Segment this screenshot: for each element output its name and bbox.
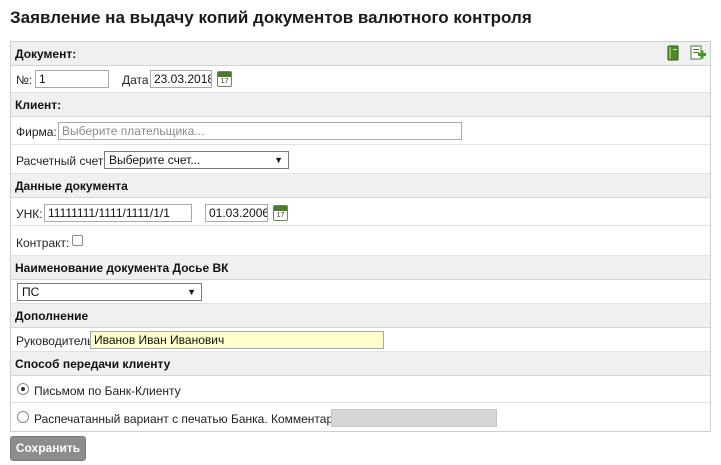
add-document-icon[interactable] — [690, 45, 706, 61]
delivery-option1-label[interactable]: Письмом по Банк-Клиенту — [34, 384, 181, 398]
firm-label: Фирма: — [16, 125, 57, 139]
section-addition-label: Дополнение — [15, 309, 89, 323]
section-delivery-label: Способ передачи клиенту — [15, 357, 171, 371]
chevron-down-icon: ▼ — [274, 155, 283, 165]
contract-label: Контракт: — [16, 236, 70, 250]
number-label: №: — [16, 73, 33, 87]
firm-input[interactable]: Выберите плательщика... — [58, 122, 462, 140]
date-input[interactable]: 23.03.2018 — [150, 70, 212, 88]
unk-input[interactable]: 11111111/1111/1111/1/1 — [44, 204, 192, 222]
contract-row: Контракт: — [11, 226, 710, 256]
date-label: Дата — [122, 73, 149, 87]
section-doc-data: Данные документа — [11, 174, 710, 198]
document-number-row: №: 1 Дата 23.03.2018 17 — [11, 66, 710, 93]
page-title: Заявление на выдачу копий документов вал… — [10, 8, 532, 27]
dossier-row: ПС ▼ — [11, 280, 710, 304]
chevron-down-icon: ▼ — [187, 287, 196, 297]
account-row: Расчетный счет: Выберите счет... ▼ — [11, 145, 710, 174]
section-document-label: Документ: — [15, 47, 77, 61]
dossier-select-value: ПС — [22, 285, 40, 299]
section-doc-data-label: Данные документа — [15, 179, 128, 193]
comment-input[interactable] — [331, 409, 497, 427]
section-addition: Дополнение — [11, 304, 710, 328]
head-label: Руководитель — [16, 334, 94, 348]
account-select[interactable]: Выберите счет... ▼ — [104, 151, 289, 169]
account-label: Расчетный счет: — [16, 154, 107, 168]
save-button[interactable]: Сохранить — [10, 436, 86, 461]
dossier-select[interactable]: ПС ▼ — [17, 283, 202, 301]
head-row: Руководитель Иванов Иван Иванович — [11, 328, 710, 352]
calendar-icon[interactable]: 17 — [273, 205, 288, 221]
firm-row: Фирма: Выберите плательщика... — [11, 117, 710, 145]
section-document: Документ: — [11, 42, 710, 66]
delivery-option2-row: Распечатанный вариант с печатью Банка. К… — [11, 403, 710, 431]
section-dossier: Наименование документа Досье ВК — [11, 256, 710, 280]
unk-date-input[interactable]: 01.03.2006 — [205, 204, 268, 222]
number-input[interactable]: 1 — [35, 70, 109, 88]
section-client: Клиент: — [11, 93, 710, 117]
delivery-option2-radio[interactable] — [17, 411, 29, 423]
book-icon[interactable] — [665, 45, 681, 61]
account-select-value: Выберите счет... — [109, 153, 201, 167]
unk-row: УНК: 11111111/1111/1111/1/1 01.03.2006 1… — [11, 198, 710, 226]
head-input[interactable]: Иванов Иван Иванович — [90, 331, 384, 349]
application-form: Документ: №: 1 Дата 23.03.2018 17 Клиент… — [10, 41, 711, 432]
unk-label: УНК: — [16, 207, 43, 221]
section-client-label: Клиент: — [15, 98, 62, 112]
delivery-option1-radio[interactable] — [17, 383, 29, 395]
delivery-option2-label[interactable]: Распечатанный вариант с печатью Банка. К… — [34, 412, 350, 426]
section-dossier-label: Наименование документа Досье ВК — [15, 261, 229, 275]
calendar-icon[interactable]: 17 — [217, 71, 232, 87]
contract-checkbox[interactable] — [72, 235, 83, 246]
delivery-option1-row: Письмом по Банк-Клиенту — [11, 376, 710, 403]
section-delivery: Способ передачи клиенту — [11, 352, 710, 376]
